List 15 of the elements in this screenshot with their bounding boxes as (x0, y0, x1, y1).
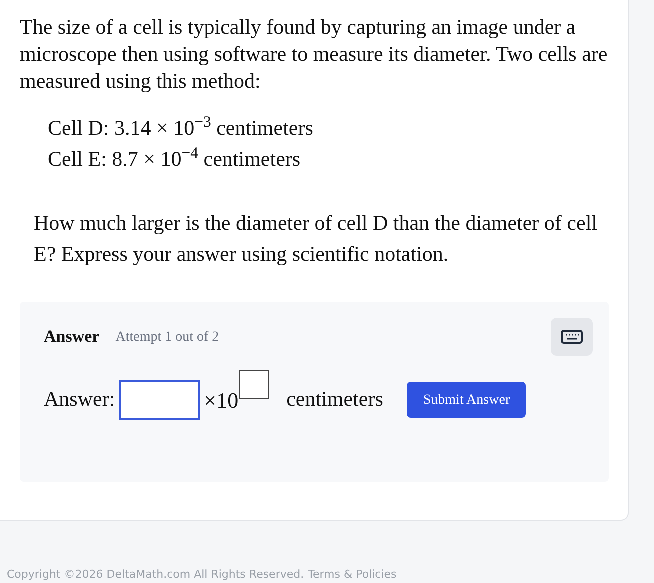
times-ten: ×10 (204, 386, 239, 414)
answer-label: Answer: (44, 386, 116, 414)
measurement: Cell E: 8.7 × 10$^{−4}$ centimeters (48, 144, 301, 173)
question-text: The size of a cell is typically found by capturing an image under a microscope then using software to measure its diameter. Two cells are measured using this method: (20, 14, 609, 95)
exponent-field[interactable] (238, 370, 269, 399)
unit-label: centimeters (286, 386, 384, 414)
measurement: Cell D: 3.14 × 10$^{−3}$ centimeters (48, 113, 314, 142)
answer-heading: Answer (44, 326, 100, 348)
copyright-text: Copyright ©2026 DeltaMath.com All Rights Reserved. (7, 566, 304, 582)
keyboard-button[interactable] (551, 318, 593, 356)
question-prompt: How much larger is the diameter of cell D than the diameter of cell E? Express your answer using scientific notation. (33, 210, 598, 268)
submit-button[interactable]: Submit Answer (407, 382, 526, 418)
attempt-counter: Attempt 1 out of 2 (116, 328, 220, 346)
keyboard-icon (561, 330, 583, 344)
coefficient-field[interactable] (119, 380, 200, 420)
